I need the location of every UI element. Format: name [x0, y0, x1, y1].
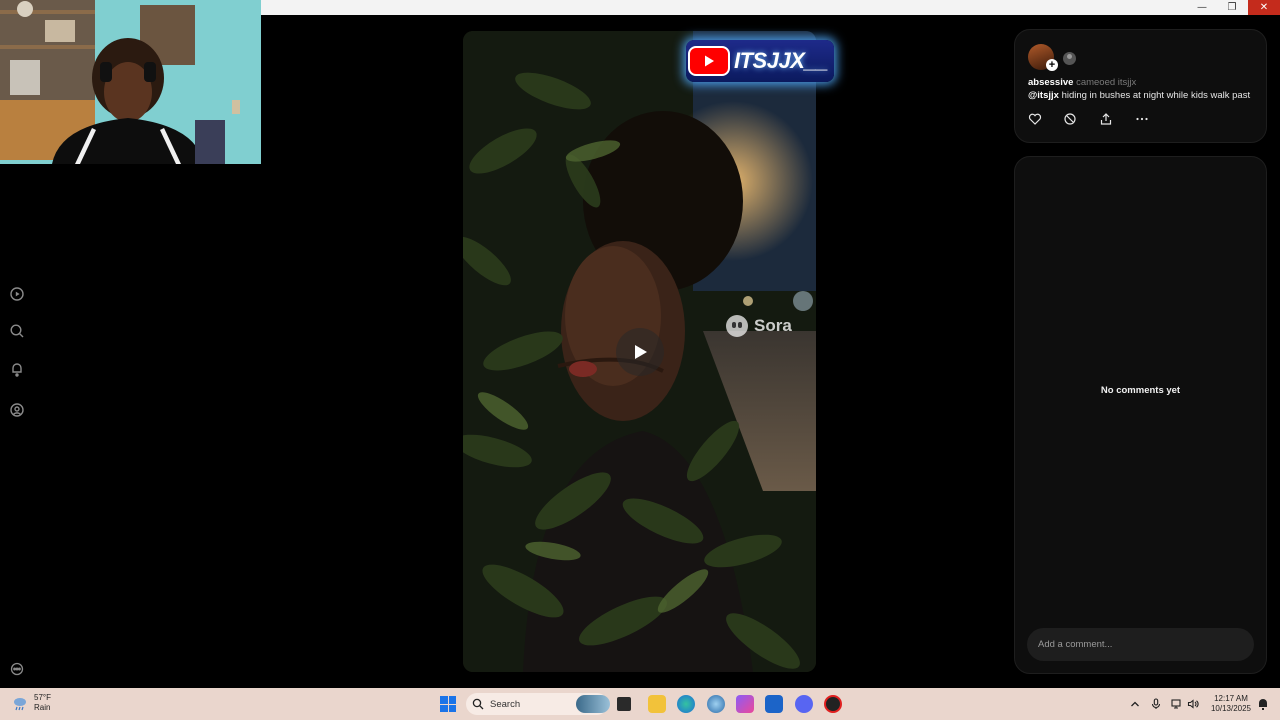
clock-time: 12:17 AM — [1214, 694, 1248, 703]
close-button[interactable]: ✕ — [1248, 0, 1280, 15]
sora-watermark: Sora — [726, 315, 792, 337]
caption-mention[interactable]: @itsjjx — [1028, 90, 1059, 101]
clock-date: 10/13/2025 — [1210, 704, 1252, 713]
edge-icon[interactable] — [677, 695, 695, 713]
restore-button[interactable]: ❐ — [1217, 0, 1247, 15]
file-explorer-icon[interactable] — [648, 695, 666, 713]
task-view-icon[interactable] — [617, 697, 631, 711]
restore-icon: ❐ — [1227, 2, 1237, 13]
search-icon[interactable] — [9, 323, 25, 339]
discord-icon[interactable] — [795, 695, 813, 713]
system-clock[interactable]: 12:17 AM 10/13/2025 — [1206, 694, 1256, 714]
app-icon[interactable] — [707, 695, 725, 713]
screen: — ❐ ✕ Sora ITSJJX__ + absessive cameoed … — [0, 0, 1280, 720]
channel-name: ITSJJX__ — [734, 48, 828, 73]
weather-widget[interactable]: 57°F Rain — [12, 693, 51, 713]
author-name[interactable]: absessive — [1028, 77, 1073, 88]
taskbar: 57°F Rain Search 12:17 AM 10/13/2025 — [0, 688, 1280, 720]
more-options-circle-icon[interactable] — [9, 661, 25, 677]
profile-icon[interactable] — [9, 402, 25, 418]
sora-watermark-text: Sora — [754, 316, 792, 335]
start-button[interactable] — [440, 696, 456, 712]
close-icon: ✕ — [1259, 2, 1269, 13]
design-app-icon[interactable] — [736, 695, 754, 713]
weather-temp: 57°F — [34, 693, 51, 702]
post-info-card: + absessive cameoed itsjjx @itsjjx hidin… — [1014, 29, 1267, 143]
store-icon[interactable] — [765, 695, 783, 713]
video-player[interactable]: Sora — [463, 31, 816, 672]
channel-badge: ITSJJX__ — [686, 40, 834, 82]
comment-input[interactable] — [1027, 628, 1254, 661]
weather-desc: Rain — [34, 703, 51, 712]
caption-text: hiding in bushes at night while kids wal… — [1061, 90, 1251, 101]
bell-icon[interactable] — [9, 361, 25, 377]
volume-icon[interactable] — [1187, 698, 1199, 710]
play-icon — [635, 345, 647, 359]
search-highlight-icon[interactable] — [576, 695, 610, 713]
minimize-icon: — — [1197, 2, 1207, 13]
follow-plus-icon[interactable]: + — [1046, 59, 1058, 71]
rain-cloud-icon — [14, 698, 26, 711]
recording-app-icon[interactable] — [824, 695, 842, 713]
chevron-up-icon[interactable] — [1129, 698, 1141, 710]
more-icon[interactable] — [1135, 112, 1149, 126]
webcam-overlay — [0, 0, 261, 164]
play-circle-icon[interactable] — [9, 286, 25, 302]
notification-bell-icon[interactable] — [1257, 697, 1269, 711]
heart-icon[interactable] — [1028, 112, 1042, 126]
microphone-icon[interactable] — [1150, 698, 1162, 710]
youtube-logo-icon — [688, 46, 730, 76]
sora-logo-icon — [726, 315, 748, 337]
play-button[interactable] — [616, 328, 664, 376]
remix-icon[interactable] — [1063, 112, 1077, 126]
network-icon[interactable] — [1171, 698, 1183, 710]
no-comments-text: No comments yet — [1100, 385, 1181, 396]
cameo-action-text: cameoed itsjjx — [1076, 77, 1137, 88]
comments-panel: No comments yet — [1014, 156, 1267, 674]
minimize-button[interactable]: — — [1187, 0, 1217, 15]
taskbar-search-label: Search — [490, 698, 521, 710]
post-caption: @itsjjx hiding in bushes at night while … — [1028, 90, 1250, 101]
search-icon — [472, 698, 484, 710]
cameo-avatar[interactable] — [1063, 52, 1076, 65]
share-icon[interactable] — [1099, 112, 1113, 126]
cameo-line: absessive cameoed itsjjx — [1028, 77, 1136, 88]
